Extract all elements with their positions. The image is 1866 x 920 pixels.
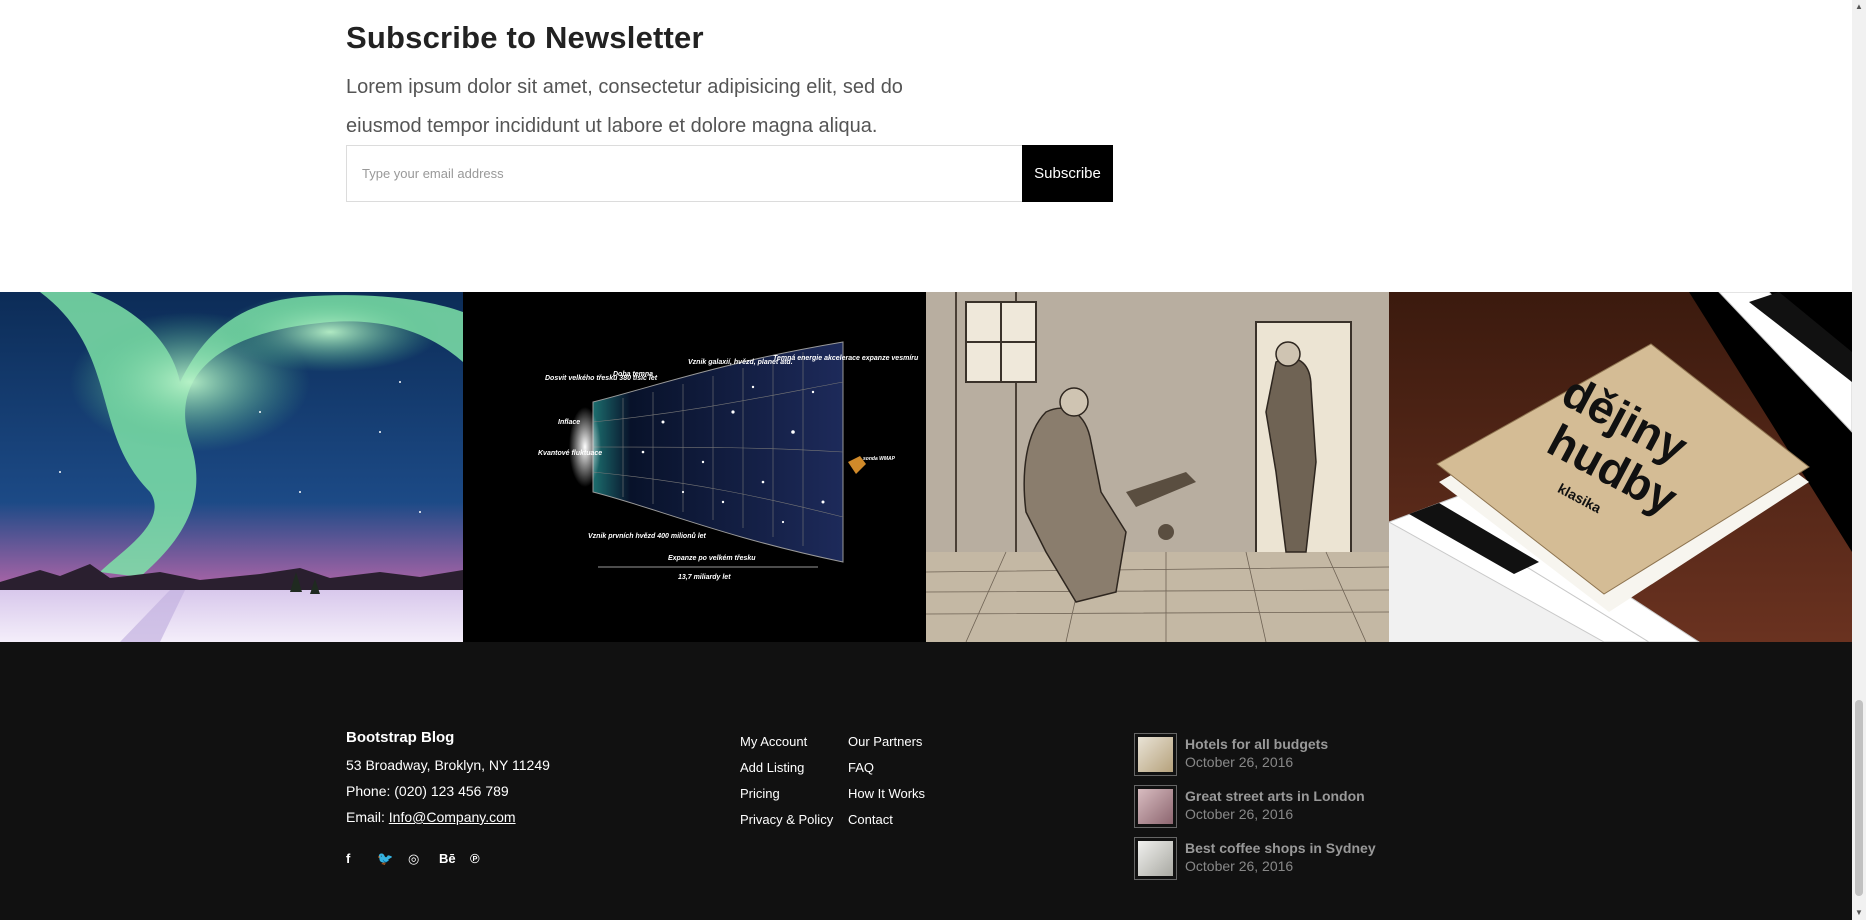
post-item[interactable]: Great street arts in London October 26, … xyxy=(1134,785,1376,837)
newsletter-section: Subscribe to Newsletter Lorem ipsum dolo… xyxy=(346,0,1116,292)
link-privacy-policy[interactable]: Privacy & Policy xyxy=(740,807,833,833)
link-add-listing[interactable]: Add Listing xyxy=(740,755,833,781)
scrollbar-thumb[interactable] xyxy=(1855,700,1863,896)
post-item[interactable]: Best coffee shops in Sydney October 26, … xyxy=(1134,837,1376,889)
twitter-icon[interactable]: 🐦 xyxy=(377,851,408,871)
footer-latest-posts: Hotels for all budgets October 26, 2016 … xyxy=(1134,733,1376,889)
footer: Bootstrap Blog 53 Broadway, Broklyn, NY … xyxy=(0,642,1852,920)
social-links: f 🐦 ◎ Bē ℗ xyxy=(346,851,501,871)
aurora-image[interactable] xyxy=(0,292,463,642)
universe-diagram-image[interactable]: Dosvit velkého třesku 380 tisíc let Doba… xyxy=(463,292,926,642)
post-title[interactable]: Hotels for all budgets xyxy=(1185,736,1328,752)
footer-email-label: Email: xyxy=(346,809,389,825)
post-item[interactable]: Hotels for all budgets October 26, 2016 xyxy=(1134,733,1376,785)
footer-about: Bootstrap Blog 53 Broadway, Broklyn, NY … xyxy=(346,729,550,830)
gallery: Dosvit velkého třesku 380 tisíc let Doba… xyxy=(0,292,1852,642)
behance-icon[interactable]: Bē xyxy=(439,851,470,871)
footer-links-col2: Our Partners FAQ How It Works Contact xyxy=(848,729,925,833)
link-how-it-works[interactable]: How It Works xyxy=(848,781,925,807)
instagram-icon[interactable]: ◎ xyxy=(408,851,439,871)
footer-email-line: Email: Info@Company.com xyxy=(346,804,550,830)
facebook-icon[interactable]: f xyxy=(346,851,377,871)
book-piano-image[interactable]: dějiny hudby klasika xyxy=(1389,292,1852,642)
subscribe-button[interactable]: Subscribe xyxy=(1022,145,1113,202)
diagram-label-j: sonda WMAP xyxy=(863,456,896,462)
post-date: October 26, 2016 xyxy=(1185,754,1294,770)
page-scrollbar[interactable]: ▲ ▼ xyxy=(1852,0,1866,920)
post-thumbnail[interactable] xyxy=(1134,733,1177,776)
diagram-label-h: Expanze po velkém třesku xyxy=(668,555,756,562)
link-faq[interactable]: FAQ xyxy=(848,755,925,781)
footer-links-col1: My Account Add Listing Pricing Privacy &… xyxy=(740,729,833,833)
diagram-label-f: Kvantové fluktuace xyxy=(538,450,602,457)
pinterest-icon[interactable]: ℗ xyxy=(470,851,501,871)
newsletter-title: Subscribe to Newsletter xyxy=(346,20,704,55)
post-title[interactable]: Great street arts in London xyxy=(1185,788,1365,804)
newsletter-form: Subscribe xyxy=(346,145,1113,202)
diagram-label-i: 13,7 miliardy let xyxy=(678,574,731,581)
link-our-partners[interactable]: Our Partners xyxy=(848,729,925,755)
scroll-up-arrow-icon[interactable]: ▲ xyxy=(1852,0,1866,14)
diagram-label-e: Inflace xyxy=(558,419,580,426)
newsletter-description: Lorem ipsum dolor sit amet, consectetur … xyxy=(346,76,903,137)
post-thumbnail[interactable] xyxy=(1134,785,1177,828)
post-thumbnail[interactable] xyxy=(1134,837,1177,880)
diagram-label-g: Vznik prvních hvězd 400 milionů let xyxy=(588,532,707,540)
footer-phone: Phone: (020) 123 456 789 xyxy=(346,783,509,799)
diagram-label-d: Temná energie akcelerace expanze vesmíru xyxy=(773,355,919,362)
link-my-account[interactable]: My Account xyxy=(740,729,833,755)
scroll-down-arrow-icon[interactable]: ▼ xyxy=(1852,906,1866,920)
footer-email-link[interactable]: Info@Company.com xyxy=(389,809,516,825)
post-date: October 26, 2016 xyxy=(1185,806,1294,822)
post-date: October 26, 2016 xyxy=(1185,858,1294,874)
email-input[interactable] xyxy=(346,145,1022,202)
link-pricing[interactable]: Pricing xyxy=(740,781,833,807)
engraving-image[interactable] xyxy=(926,292,1389,642)
footer-address: 53 Broadway, Broklyn, NY 11249 xyxy=(346,757,550,773)
footer-brand: Bootstrap Blog xyxy=(346,729,455,746)
link-contact[interactable]: Contact xyxy=(848,807,925,833)
post-title[interactable]: Best coffee shops in Sydney xyxy=(1185,840,1376,856)
diagram-label-b: Doba temna xyxy=(613,371,653,378)
